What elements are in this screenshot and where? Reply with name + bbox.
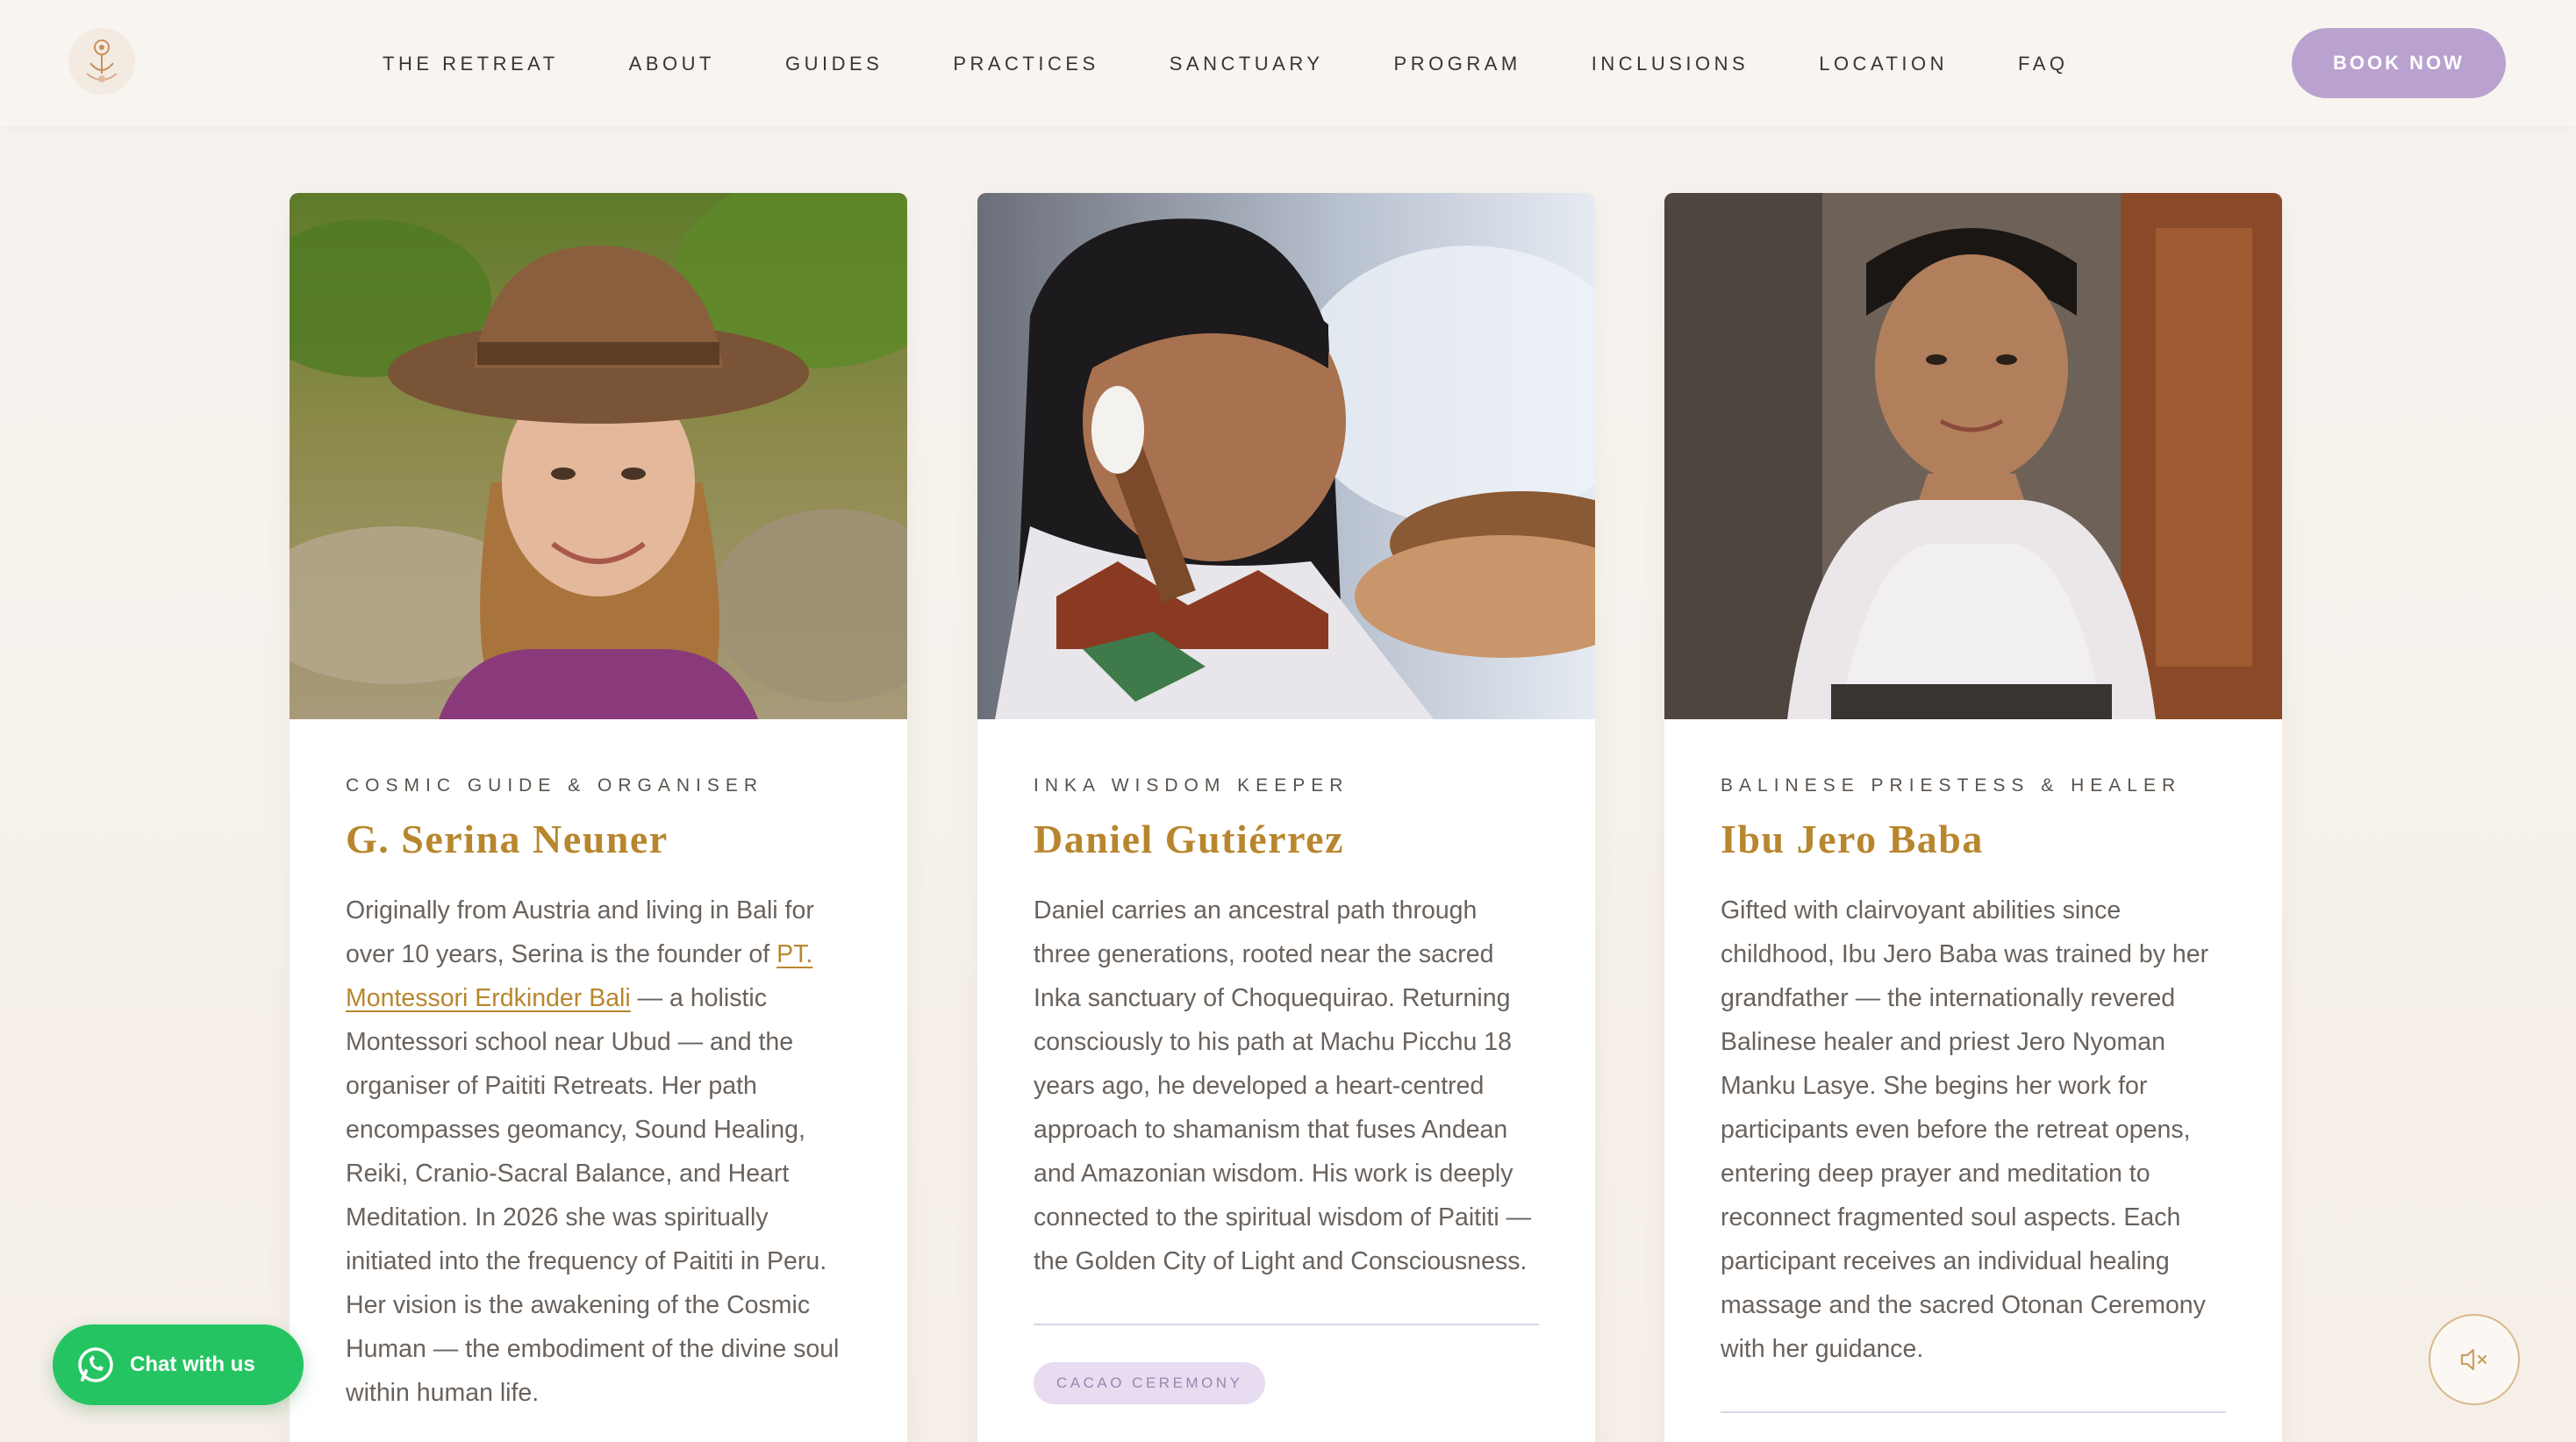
nav-item-sanctuary[interactable]: SANCTUARY [1170, 53, 1324, 75]
guide-bio-text: — a holistic Montessori school near Ubud… [346, 984, 840, 1407]
lotus-logo-icon [86, 39, 118, 82]
nav-item-location[interactable]: LOCATION [1819, 53, 1948, 75]
guide-card-serina: COSMIC GUIDE & ORGANISER G. Serina Neune… [290, 193, 907, 1442]
guide-bio: Daniel carries an ancestral path through… [1034, 896, 1532, 1275]
card-divider [1034, 1324, 1539, 1325]
nav-item-about[interactable]: ABOUT [629, 53, 715, 75]
whatsapp-icon [78, 1347, 113, 1382]
guide-bio: Originally from Austria and living in Ba… [346, 889, 851, 1415]
guide-photo-jero-baba [1664, 193, 2282, 719]
guide-card-jero-baba: BALINESE PRIESTESS & HEALER Ibu Jero Bab… [1664, 193, 2282, 1442]
practice-tag[interactable]: CACAO CEREMONY [1034, 1362, 1266, 1404]
chat-label: Chat with us [130, 1353, 255, 1376]
guide-photo-daniel [977, 193, 1595, 719]
guide-card-daniel: INKA WISDOM KEEPER Daniel Gutiérrez Dani… [977, 193, 1595, 1442]
guide-bio: Gifted with clairvoyant abilities since … [1721, 896, 2209, 1363]
guide-name: Daniel Gutiérrez [1034, 817, 1344, 861]
guide-name: G. Serina Neuner [346, 817, 669, 861]
card-divider [1721, 1411, 2226, 1413]
whatsapp-chat-button[interactable]: Chat with us [53, 1324, 304, 1405]
guide-name: Ibu Jero Baba [1721, 817, 1984, 861]
sound-toggle-button[interactable] [2429, 1314, 2520, 1405]
book-now-button[interactable]: BOOK NOW [2292, 28, 2506, 98]
nav-item-the-retreat[interactable]: THE RETREAT [383, 53, 559, 75]
top-nav: THE RETREAT ABOUT GUIDES PRACTICES SANCT… [0, 0, 2576, 126]
nav-item-inclusions[interactable]: INCLUSIONS [1592, 53, 1749, 75]
nav-links: THE RETREAT ABOUT GUIDES PRACTICES SANCT… [383, 53, 2139, 75]
guide-role: COSMIC GUIDE & ORGANISER [346, 775, 764, 796]
guide-bio-text: Originally from Austria and living in Ba… [346, 896, 814, 968]
guide-photo-serina [290, 193, 907, 719]
guide-role: INKA WISDOM KEEPER [1034, 775, 1349, 796]
page: THE RETREAT ABOUT GUIDES PRACTICES SANCT… [0, 0, 2576, 1442]
guide-role: BALINESE PRIESTESS & HEALER [1721, 775, 2182, 796]
nav-item-guides[interactable]: GUIDES [785, 53, 883, 75]
speaker-muted-icon [2460, 1348, 2487, 1371]
nav-item-practices[interactable]: PRACTICES [953, 53, 1098, 75]
site-logo[interactable] [68, 28, 135, 95]
nav-item-program[interactable]: PROGRAM [1394, 53, 1521, 75]
nav-item-faq[interactable]: FAQ [2018, 53, 2069, 75]
